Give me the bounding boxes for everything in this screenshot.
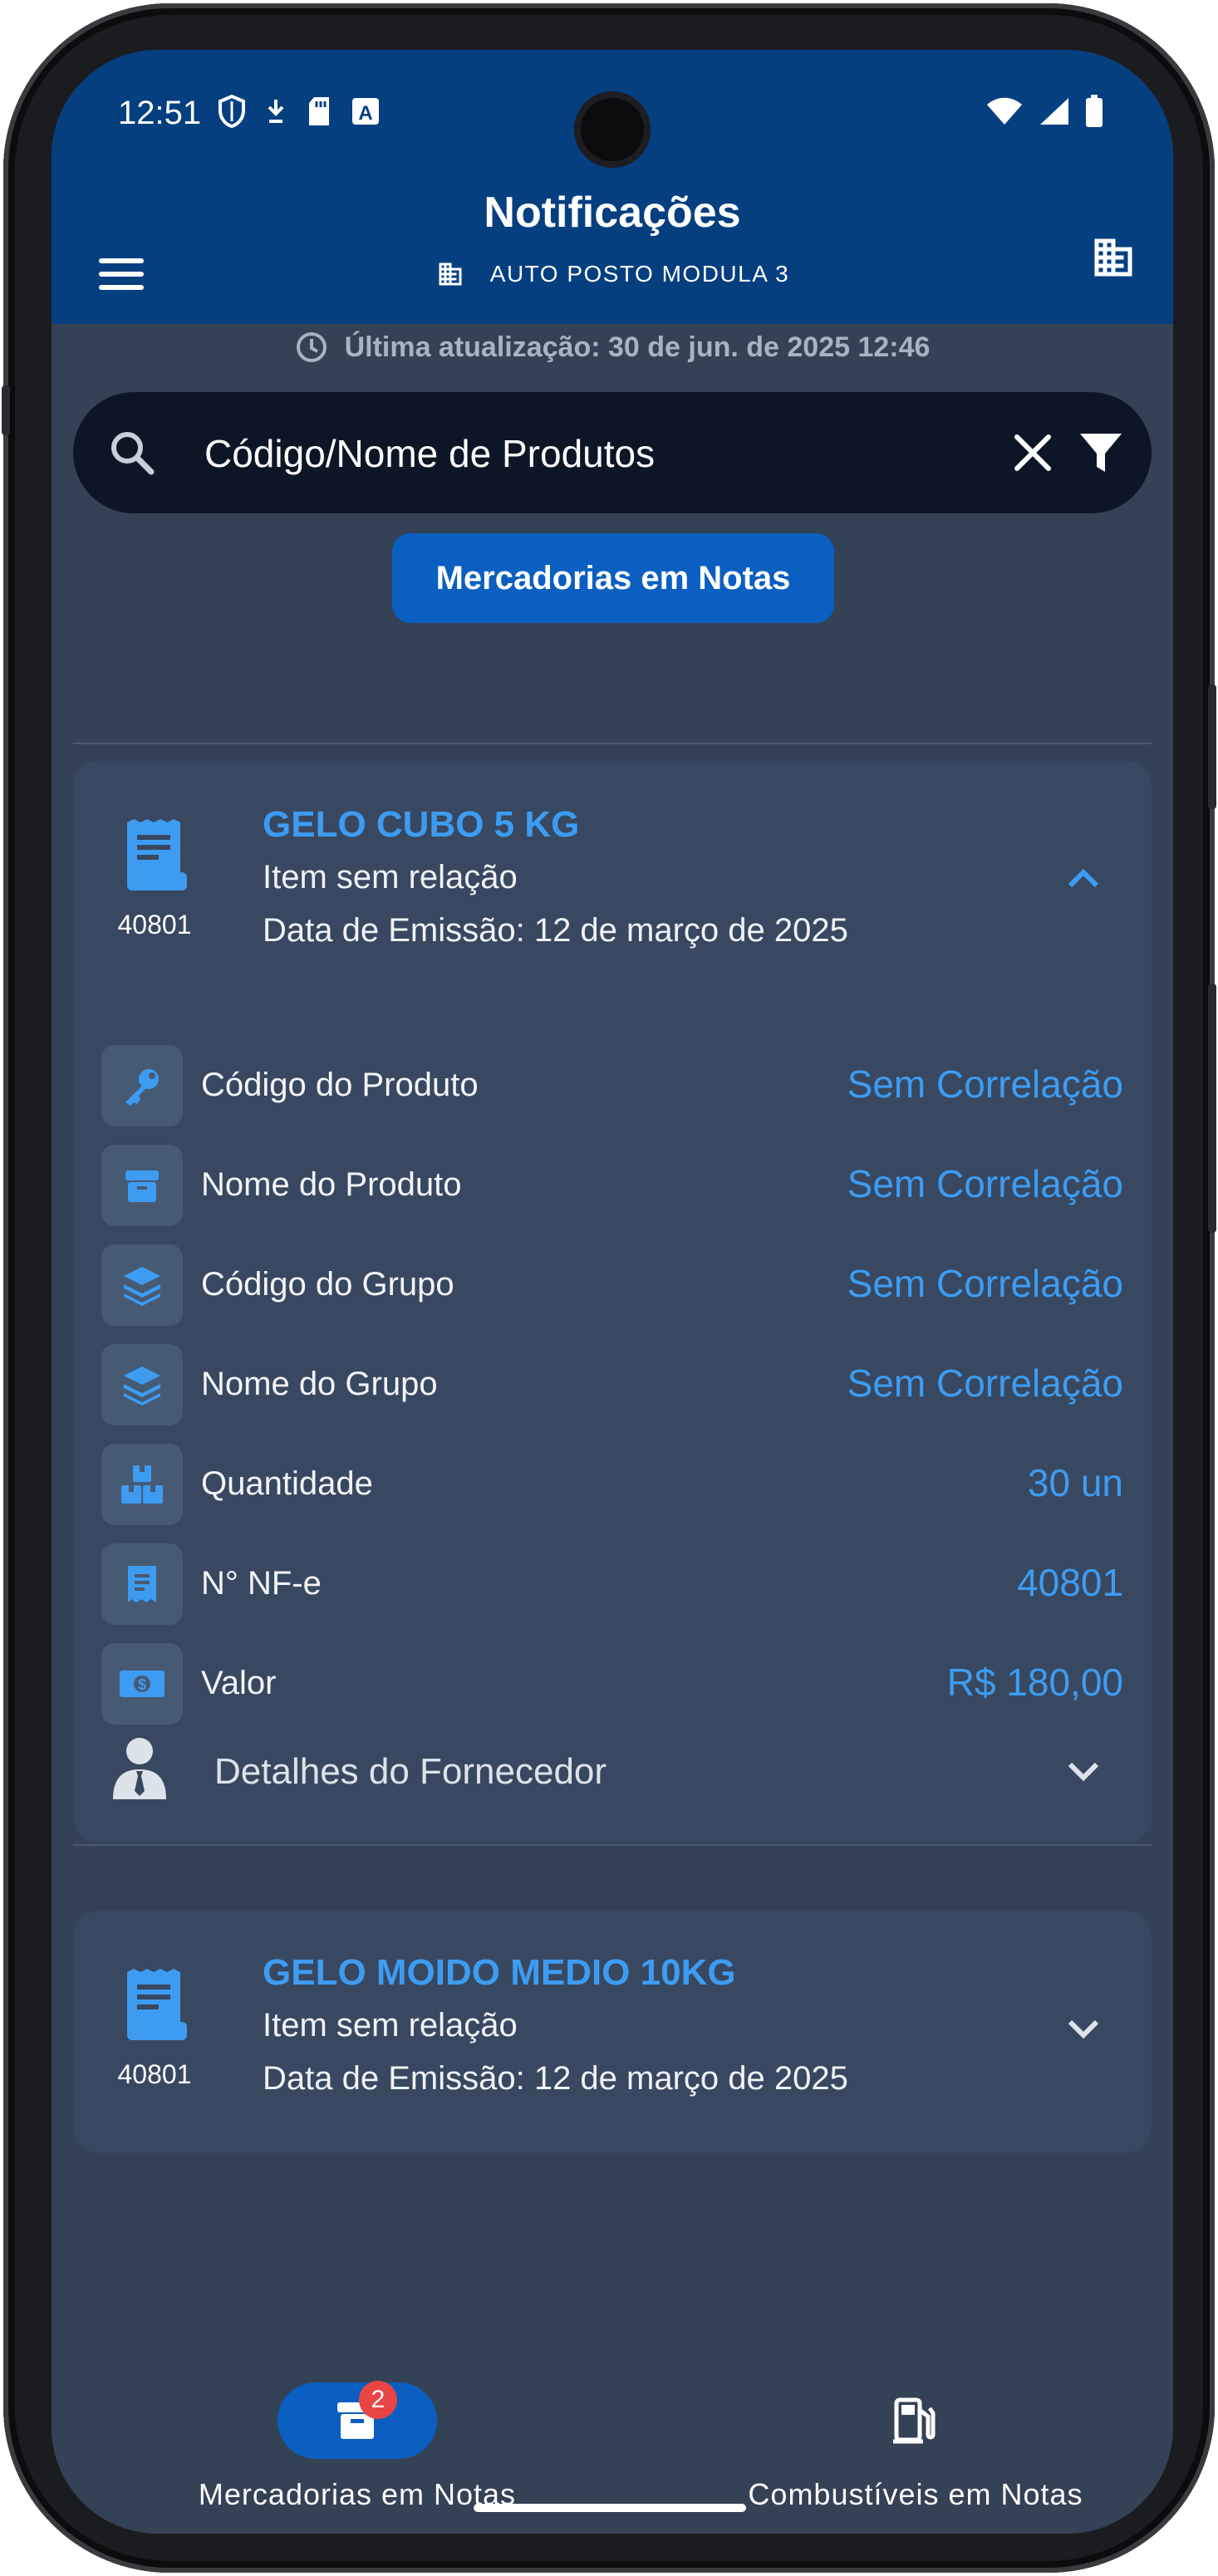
search-icon (111, 432, 155, 475)
emission-date: Data de Emissão: 12 de março de 2025 (263, 2060, 848, 2097)
sd-card-icon (309, 97, 329, 125)
filter-chip[interactable]: Mercadorias em Notas (392, 533, 834, 623)
product-title: GELO MOIDO MEDIO 10KG (263, 1952, 736, 1993)
relation-status: Item sem relação (263, 2007, 518, 2044)
notification-card[interactable]: 40801 GELO MOIDO MEDIO 10KG Item sem rel… (73, 1911, 1152, 2153)
chevron-down-icon[interactable] (1065, 2010, 1102, 2047)
phone-side-button (1208, 684, 1216, 809)
detail-label: Nome do Grupo (201, 1366, 438, 1402)
search-bar (73, 392, 1152, 513)
emission-date: Data de Emissão: 12 de março de 2025 (263, 912, 848, 949)
supplier-details-label: Detalhes do Fornecedor (214, 1751, 607, 1792)
invoice-code: 40801 (117, 2059, 192, 2089)
nav-pill (836, 2382, 995, 2459)
company-name: AUTO POSTO MODULA 3 (489, 261, 790, 287)
invoice-code: 40801 (117, 910, 192, 940)
detail-label: Código do Grupo (201, 1266, 454, 1303)
detail-label: Código do Produto (201, 1067, 479, 1103)
money-icon: $ (101, 1643, 183, 1725)
phone-frame: 12:51 A Notificações AUTO POSTO MODULA 3… (2, 3, 1216, 2573)
detail-row-nfe: N° NF-e 40801 (101, 1543, 1123, 1625)
company-selector: AUTO POSTO MODULA 3 (52, 259, 1173, 289)
app-screen: 12:51 A Notificações AUTO POSTO MODULA 3… (52, 50, 1173, 2534)
layers-icon (101, 1344, 183, 1425)
app-bar: 12:51 A Notificações AUTO POSTO MODULA 3 (52, 50, 1173, 324)
search-input[interactable] (203, 422, 954, 485)
key-icon (101, 1045, 183, 1126)
building-icon (439, 263, 462, 286)
product-title: GELO CUBO 5 KG (263, 804, 580, 845)
nav-item-combustiveis[interactable]: Combustíveis em Notas (700, 2382, 1132, 2512)
status-icons-right (985, 95, 1103, 128)
receipt-icon (127, 1969, 187, 2040)
phone-side-button (1208, 984, 1216, 1233)
invoice-badge: 40801 (110, 817, 199, 940)
company-switch-button[interactable] (1083, 228, 1143, 287)
filter-icon[interactable] (1078, 430, 1123, 475)
detail-value: Sem Correlação (847, 1262, 1123, 1305)
building-icon (1094, 238, 1132, 277)
detail-value: 40801 (1017, 1561, 1123, 1604)
detail-value: R$ 180,00 (946, 1661, 1123, 1704)
detail-label: Nome do Produto (201, 1166, 462, 1203)
detail-value: Sem Correlação (847, 1062, 1123, 1106)
detail-row-group-name: Nome do Grupo Sem Correlação (101, 1344, 1123, 1425)
close-icon[interactable] (1010, 430, 1055, 475)
divider (73, 743, 1152, 744)
supplier-details-toggle[interactable]: Detalhes do Fornecedor (101, 1728, 1123, 1811)
detail-row-quantity: Quantidade 30 un (101, 1444, 1123, 1525)
box-icon (101, 1145, 183, 1226)
relation-status: Item sem relação (263, 859, 518, 895)
status-time: 12:51 (118, 95, 202, 131)
detail-row-product-name: Nome do Produto Sem Correlação (101, 1145, 1123, 1226)
detail-label: N° NF-e (201, 1565, 322, 1602)
divider (73, 1844, 1152, 1846)
last-update-text: Última atualização: 30 de jun. de 2025 1… (344, 331, 931, 363)
detail-row-product-code: Código do Produto Sem Correlação (101, 1045, 1123, 1126)
detail-value: Sem Correlação (847, 1162, 1123, 1205)
detail-row-value: $ Valor R$ 180,00 (101, 1643, 1123, 1725)
svg-text:A: A (358, 102, 372, 125)
person-icon (113, 1738, 166, 1799)
receipt-icon (127, 819, 187, 891)
chevron-down-icon[interactable] (1065, 1753, 1102, 1789)
detail-value: 30 un (1027, 1461, 1123, 1504)
receipt-icon (101, 1543, 183, 1625)
signal-icon (1040, 98, 1068, 125)
home-indicator (474, 2504, 746, 2512)
status-bar: 12:51 A (52, 50, 1173, 168)
phone-side-button (2, 385, 10, 435)
notification-card[interactable]: 40801 GELO CUBO 5 KG Item sem relação Da… (73, 761, 1152, 1842)
nav-pill: 2 (277, 2381, 437, 2459)
nav-label: Combustíveis em Notas (748, 2477, 1083, 2511)
download-status-icon (268, 100, 284, 123)
wifi-icon (987, 97, 1022, 125)
chevron-up-icon[interactable] (1065, 861, 1102, 897)
layers-icon (101, 1244, 183, 1326)
invoice-badge: 40801 (110, 1967, 199, 2090)
notification-badge: 2 (359, 2381, 397, 2419)
battery-icon (1086, 95, 1103, 127)
svg-text:$: $ (138, 1676, 146, 1693)
fuel-pump-icon (893, 2397, 936, 2444)
front-camera (574, 91, 651, 168)
last-update: Última atualização: 30 de jun. de 2025 1… (52, 331, 1173, 364)
page-title: Notificações (484, 189, 741, 237)
detail-row-group-code: Código do Grupo Sem Correlação (101, 1244, 1123, 1326)
status-icons-left: A (218, 95, 381, 128)
clock-icon (296, 332, 327, 362)
shield-icon (219, 95, 245, 128)
nav-item-mercadorias[interactable]: 2 Mercadorias em Notas (141, 2381, 573, 2512)
detail-label: Valor (201, 1665, 277, 1701)
detail-value: Sem Correlação (847, 1362, 1123, 1405)
translate-icon: A (352, 98, 379, 125)
detail-label: Quantidade (201, 1465, 373, 1502)
boxes-icon (101, 1444, 183, 1525)
